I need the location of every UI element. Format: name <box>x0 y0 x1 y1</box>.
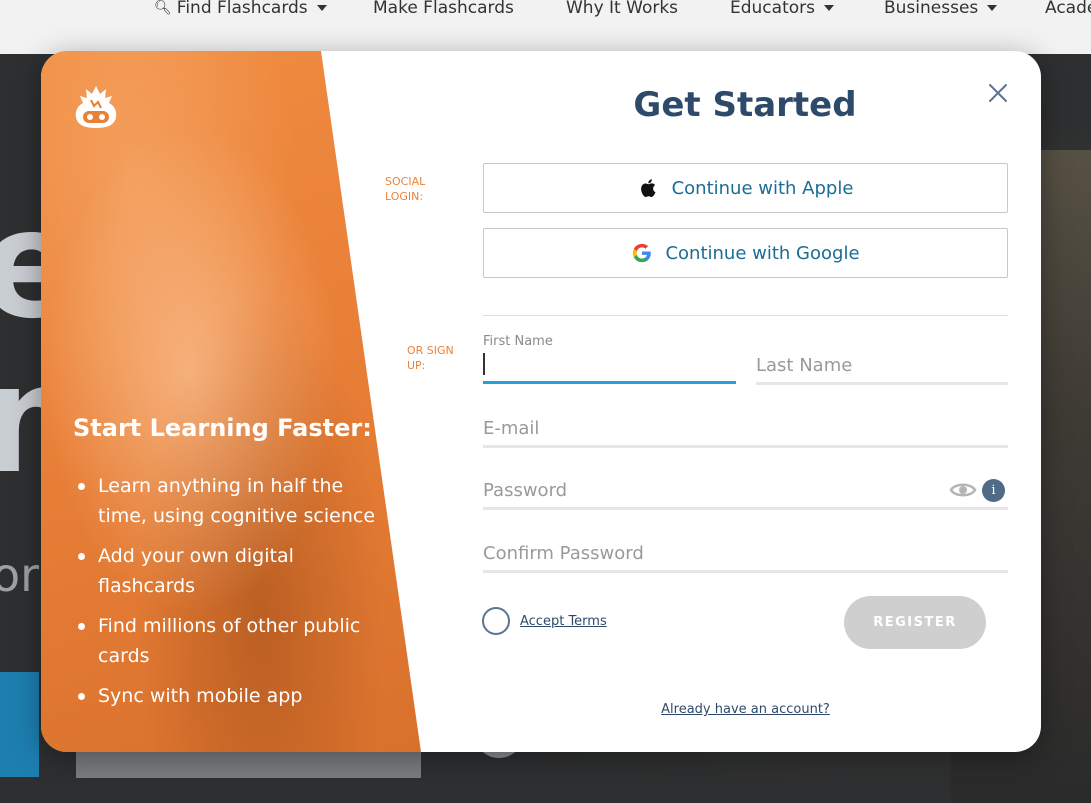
continue-with-apple-button[interactable]: Continue with Apple <box>483 163 1008 213</box>
nav-academy[interactable]: Acade <box>1045 0 1091 18</box>
first-name-input[interactable] <box>483 351 736 377</box>
modal-title: Get Started <box>633 85 857 125</box>
confirm-password-field <box>483 533 1008 573</box>
nav-make-flashcards[interactable]: Make Flashcards <box>373 0 514 18</box>
continue-with-google-button[interactable]: Continue with Google <box>483 228 1008 278</box>
first-name-field: First Name <box>483 334 736 384</box>
signup-modal: Start Learning Faster: Learn anything in… <box>41 51 1041 752</box>
nav-label: Acade <box>1045 0 1091 18</box>
register-button[interactable]: REGISTER <box>844 596 986 649</box>
nav-label: Businesses <box>884 0 979 18</box>
signup-label-text: OR SIGN UP: <box>407 344 454 372</box>
email-field <box>483 408 1008 448</box>
nav-label: Make Flashcards <box>373 0 514 18</box>
nav-businesses[interactable]: Businesses <box>884 0 998 18</box>
nav-label: Find Flashcards <box>176 0 308 18</box>
brainscape-logo-icon <box>75 86 117 128</box>
promo-benefit-item: Add your own digital flashcards <box>78 541 388 601</box>
promo-benefits-list: Learn anything in half the time, using c… <box>78 471 388 721</box>
google-button-label: Continue with Google <box>665 242 860 264</box>
apple-button-label: Continue with Apple <box>671 177 854 199</box>
nav-why-it-works[interactable]: Why It Works <box>566 0 678 18</box>
promo-panel: Start Learning Faster: Learn anything in… <box>41 51 421 752</box>
caret-down-icon <box>823 5 834 11</box>
accept-terms-radio[interactable] <box>482 607 510 635</box>
google-icon <box>633 243 652 263</box>
caret-down-icon <box>316 5 327 11</box>
last-name-field <box>756 345 1008 385</box>
promo-heading: Start Learning Faster: <box>73 414 372 442</box>
email-input[interactable] <box>483 415 1008 441</box>
confirm-password-input[interactable] <box>483 540 1008 566</box>
apple-icon <box>640 179 656 197</box>
promo-benefit-item: Learn anything in half the time, using c… <box>78 471 388 531</box>
password-input[interactable] <box>483 477 933 503</box>
promo-benefit-item: Sync with mobile app <box>78 681 388 711</box>
social-login-label-text: SOCIAL LOGIN: <box>385 175 426 203</box>
search-icon: 🔍︎ <box>154 0 172 16</box>
password-field <box>483 470 1008 510</box>
accept-terms-link[interactable]: Accept Terms <box>520 614 607 629</box>
eye-icon[interactable] <box>949 480 977 500</box>
background-subheading-fragment: or <box>0 548 40 602</box>
already-have-account-link[interactable]: Already have an account? <box>483 702 1008 717</box>
last-name-input[interactable] <box>756 352 1008 378</box>
divider <box>483 315 1008 316</box>
top-navigation: 🔍︎ Find Flashcards Make Flashcards Why I… <box>0 0 1091 54</box>
signup-label: OR SIGN UP: <box>407 343 459 373</box>
social-login-label: SOCIAL LOGIN: <box>385 174 437 204</box>
first-name-label: First Name <box>483 334 553 349</box>
promo-benefit-item: Find millions of other public cards <box>78 611 388 671</box>
nav-educators[interactable]: Educators <box>730 0 834 18</box>
background-button <box>0 672 39 777</box>
accept-terms: Accept Terms <box>482 607 607 635</box>
nav-find-flashcards[interactable]: 🔍︎ Find Flashcards <box>154 0 327 18</box>
nav-label: Educators <box>730 0 815 18</box>
caret-down-icon <box>987 5 998 11</box>
info-icon[interactable]: i <box>982 479 1005 502</box>
nav-label: Why It Works <box>566 0 679 18</box>
